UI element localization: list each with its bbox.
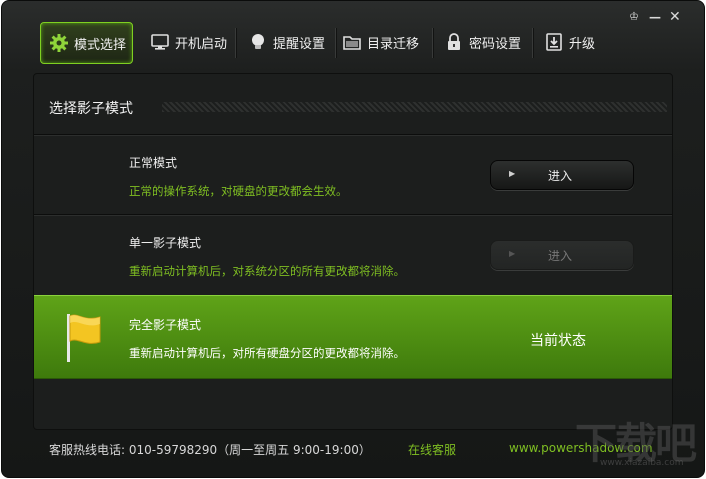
row-divider bbox=[34, 214, 672, 216]
folder-icon bbox=[342, 32, 362, 52]
toolbar-divider bbox=[235, 28, 237, 58]
app-window: ♔ — ✕ 模式选择 开机启动 提醒设置 目录迁移 密码设置 升级 选择影子模式… bbox=[1, 0, 705, 478]
toolbar: 模式选择 开机启动 提醒设置 目录迁移 密码设置 升级 bbox=[40, 22, 660, 64]
tab-label: 开机启动 bbox=[175, 36, 228, 52]
toolbar-divider bbox=[335, 28, 337, 58]
play-icon: ▶ bbox=[509, 169, 516, 178]
tab-password[interactable]: 密码设置 bbox=[444, 22, 521, 62]
mode-description: 重新启动计算机后，对系统分区的所有更改都将消除。 bbox=[129, 264, 405, 278]
gear-icon bbox=[49, 33, 69, 53]
online-service-link[interactable]: 在线客服 bbox=[408, 441, 456, 458]
tab-mode-select[interactable]: 模式选择 bbox=[40, 22, 134, 64]
tab-label: 目录迁移 bbox=[367, 36, 420, 52]
lock-icon bbox=[444, 32, 464, 52]
enter-normal-mode-button[interactable]: ▶ 进入 bbox=[490, 160, 634, 190]
enter-single-shadow-button[interactable]: ▶ 进入 bbox=[490, 240, 634, 270]
tab-label: 模式选择 bbox=[74, 37, 127, 53]
current-state-label: 当前状态 bbox=[530, 333, 586, 349]
mode-panel: 选择影子模式 正常模式 正常的操作系统，对硬盘的更改都会生效。 ▶ 进入 单一影… bbox=[33, 73, 673, 430]
hotline-text: 客服热线电话: 010-59798290（周一至周五 9:00-19:00） bbox=[49, 443, 371, 457]
button-label: 进入 bbox=[548, 249, 573, 263]
play-icon: ▶ bbox=[509, 249, 516, 258]
monitor-icon bbox=[150, 32, 170, 52]
tab-label: 密码设置 bbox=[469, 36, 522, 52]
tab-startup[interactable]: 开机启动 bbox=[150, 22, 227, 62]
tab-directory-migration[interactable]: 目录迁移 bbox=[342, 22, 419, 62]
row-divider bbox=[34, 134, 672, 136]
toolbar-divider bbox=[532, 28, 534, 58]
watermark-url: www.xiazaiba.com bbox=[600, 458, 684, 468]
tab-upgrade[interactable]: 升级 bbox=[544, 22, 595, 62]
title-hatch-decoration bbox=[162, 102, 667, 112]
close-button[interactable]: ✕ bbox=[669, 10, 681, 24]
tab-label: 升级 bbox=[569, 36, 596, 52]
toolbar-divider bbox=[432, 28, 434, 58]
tab-label: 提醒设置 bbox=[273, 36, 326, 52]
panel-title: 选择影子模式 bbox=[49, 101, 133, 117]
mode-title: 正常模式 bbox=[129, 156, 178, 170]
mode-row-single-shadow: 单一影子模式 重新启动计算机后，对系统分区的所有更改都将消除。 ▶ 进入 bbox=[34, 214, 672, 294]
mode-description: 重新启动计算机后，对所有硬盘分区的更改都将消除。 bbox=[129, 346, 405, 360]
mode-row-normal: 正常模式 正常的操作系统，对硬盘的更改都会生效。 ▶ 进入 bbox=[34, 134, 672, 214]
button-label: 进入 bbox=[548, 169, 573, 183]
lightbulb-icon bbox=[248, 32, 268, 52]
mode-title: 单一影子模式 bbox=[129, 236, 202, 250]
mode-description: 正常的操作系统，对硬盘的更改都会生效。 bbox=[129, 184, 348, 198]
tab-reminder[interactable]: 提醒设置 bbox=[248, 22, 325, 62]
mode-row-full-shadow: 完全影子模式 重新启动计算机后，对所有硬盘分区的更改都将消除。 当前状态 bbox=[34, 295, 672, 379]
mode-title: 完全影子模式 bbox=[129, 318, 202, 332]
download-icon bbox=[544, 32, 564, 52]
flag-icon bbox=[64, 312, 104, 368]
